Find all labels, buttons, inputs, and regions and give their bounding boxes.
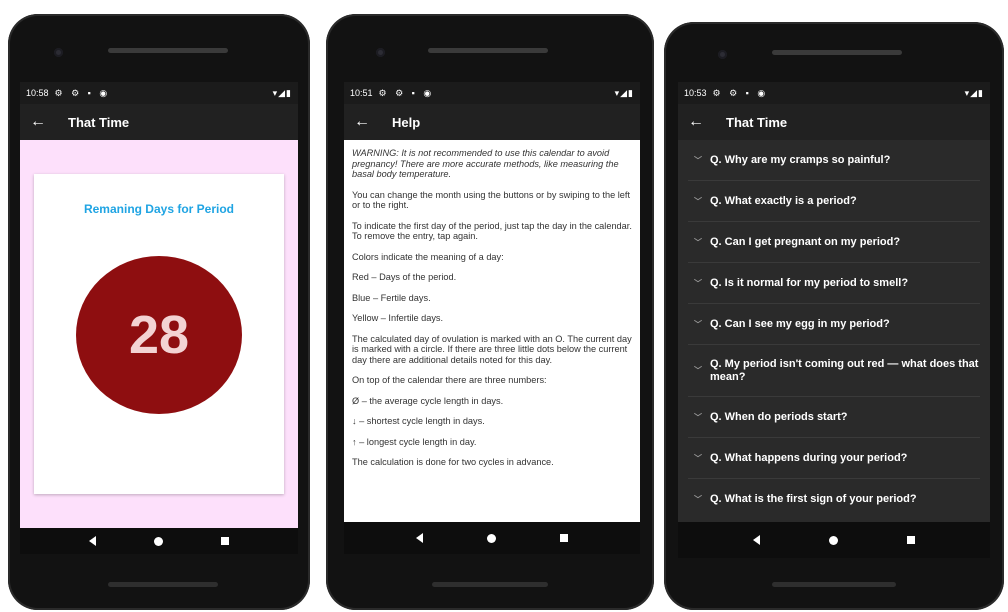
chevron-down-icon: ﹀ xyxy=(694,412,702,422)
faq-question: Q. My period isn't coming out red — what… xyxy=(710,357,979,383)
bottom-speaker xyxy=(772,582,896,587)
nav-recents-icon[interactable] xyxy=(560,534,568,542)
status-bar: 10:51 ⚙ ⚙ ▪ ◉ ▾◢▮ xyxy=(344,82,640,104)
faq-question: Q. What exactly is a period? xyxy=(710,194,857,207)
system-nav-bar xyxy=(678,522,990,558)
bottom-speaker xyxy=(432,582,548,587)
faq-item[interactable]: ﹀ Q. Why are my cramps so painful? xyxy=(688,140,980,181)
faq-question: Q. What happens during your period? xyxy=(710,451,908,464)
app-bar: ← That Time xyxy=(678,104,990,140)
front-camera xyxy=(54,48,63,57)
days-remaining-circle: 28 xyxy=(76,256,242,414)
help-paragraph: The calculated day of ovulation is marke… xyxy=(352,333,632,365)
nav-back-icon[interactable] xyxy=(89,536,96,546)
notification-icons: ⚙ ⚙ ▪ ◉ xyxy=(712,87,769,98)
app-title: That Time xyxy=(726,114,788,130)
faq-item[interactable]: ﹀ Q. What exactly is a period? xyxy=(688,181,980,222)
status-time: 10:53 xyxy=(684,88,707,98)
help-paragraph: Ø – the average cycle length in days. xyxy=(352,395,504,406)
help-paragraph: ↓ – shortest cycle length in days. xyxy=(352,416,485,426)
nav-home-icon[interactable] xyxy=(487,533,496,543)
chevron-down-icon: ﹀ xyxy=(694,155,702,165)
faq-item[interactable]: ﹀ Q. What happens during your period? xyxy=(688,438,980,479)
faq-question: Q. What is the first sign of your period… xyxy=(710,493,917,505)
back-arrow-icon[interactable]: ← xyxy=(688,113,718,131)
app-bar: ← That Time xyxy=(20,104,298,140)
app-title: That Time xyxy=(68,114,130,130)
faq-item[interactable]: ﹀ Q. Is it normal for my period to smell… xyxy=(688,263,980,304)
status-bar: 10:53 ⚙ ⚙ ▪ ◉ ▾◢▮ xyxy=(678,82,990,104)
status-time: 10:51 xyxy=(350,88,373,98)
signal-battery-icon: ▾◢▮ xyxy=(614,87,634,98)
bottom-speaker xyxy=(108,582,218,587)
content-background: Remaning Days for Period 28 xyxy=(20,140,298,528)
screen-faq: 10:53 ⚙ ⚙ ▪ ◉ ▾◢▮ ← That Time ﹀ Q. Why a… xyxy=(678,82,990,558)
chevron-down-icon: ﹀ xyxy=(694,196,702,206)
nav-home-icon[interactable] xyxy=(828,535,838,545)
notification-icons: ⚙ ⚙ ▪ ◉ xyxy=(54,87,111,98)
status-time: 10:58 xyxy=(26,88,49,98)
days-card: Remaning Days for Period 28 xyxy=(34,174,284,494)
signal-battery-icon: ▾◢▮ xyxy=(964,87,984,98)
nav-home-icon[interactable] xyxy=(154,536,163,546)
back-arrow-icon[interactable]: ← xyxy=(354,113,384,131)
earpiece-speaker xyxy=(772,50,902,55)
chevron-down-icon: ﹀ xyxy=(694,278,702,288)
phone-1: 10:58 ⚙ ⚙ ▪ ◉ ▾◢▮ ← That Time Remaning D… xyxy=(8,14,310,610)
faq-item[interactable]: ﹀ Q. My period isn't coming out red — wh… xyxy=(688,345,980,397)
app-title: Help xyxy=(392,114,421,130)
faq-item[interactable]: ﹀ Q. When do periods start? xyxy=(688,397,980,438)
faq-question: Q. Can I see my egg in my period? xyxy=(710,317,890,330)
help-paragraph: Blue – Fertile days. xyxy=(352,292,431,303)
front-camera xyxy=(718,50,727,59)
nav-back-icon[interactable] xyxy=(752,535,760,545)
screen-help: 10:51 ⚙ ⚙ ▪ ◉ ▾◢▮ ← Help WARNING: It is … xyxy=(344,82,640,554)
nav-recents-icon[interactable] xyxy=(221,537,229,545)
nav-back-icon[interactable] xyxy=(416,533,423,543)
phone-2: 10:51 ⚙ ⚙ ▪ ◉ ▾◢▮ ← Help WARNING: It is … xyxy=(326,14,654,610)
days-remaining-value: 28 xyxy=(128,305,190,365)
help-paragraph: ↑ – longest cycle length in day. xyxy=(352,436,477,447)
chevron-down-icon: ﹀ xyxy=(694,319,702,329)
faq-question: Q. When do periods start? xyxy=(710,410,848,423)
chevron-down-icon: ﹀ xyxy=(694,366,702,375)
help-paragraph: Yellow – Infertile days. xyxy=(352,313,444,323)
screen-remaining-days: 10:58 ⚙ ⚙ ▪ ◉ ▾◢▮ ← That Time Remaning D… xyxy=(20,82,298,554)
faq-item[interactable]: ﹀ Q. What is the first sign of your peri… xyxy=(688,479,980,520)
back-arrow-icon[interactable]: ← xyxy=(30,113,60,131)
faq-list: ﹀ Q. Why are my cramps so painful? ﹀ Q. … xyxy=(678,140,990,522)
faq-question: Q. Is it normal for my period to smell? xyxy=(710,276,909,289)
system-nav-bar xyxy=(20,528,298,554)
warning-paragraph: WARNING: It is not recommended to use th… xyxy=(352,148,619,179)
help-paragraph: You can change the month using the butto… xyxy=(352,189,631,211)
phone-3: 10:53 ⚙ ⚙ ▪ ◉ ▾◢▮ ← That Time ﹀ Q. Why a… xyxy=(664,22,1004,610)
help-paragraph: To indicate the first day of the period,… xyxy=(352,220,632,242)
chevron-down-icon: ﹀ xyxy=(694,453,702,463)
help-paragraph: The calculation is done for two cycles i… xyxy=(352,457,554,467)
signal-battery-icon: ▾◢▮ xyxy=(272,87,292,98)
faq-question: Q. Can I get pregnant on my period? xyxy=(710,235,901,248)
earpiece-speaker xyxy=(428,48,548,53)
front-camera xyxy=(376,48,385,57)
notification-icons: ⚙ ⚙ ▪ ◉ xyxy=(378,87,435,98)
faq-question: Q. Why are my cramps so painful? xyxy=(710,153,891,166)
help-paragraph: Red – Days of the period. xyxy=(352,272,457,282)
help-text: WARNING: It is not recommended to use th… xyxy=(344,140,640,522)
card-title: Remaning Days for Period xyxy=(83,202,235,216)
faq-item[interactable]: ﹀ Q. Can I see my egg in my period? xyxy=(688,304,980,345)
faq-item[interactable]: ﹀ Q. Can I get pregnant on my period? xyxy=(688,222,980,263)
earpiece-speaker xyxy=(108,48,228,53)
chevron-down-icon: ﹀ xyxy=(694,495,702,504)
help-paragraph: Colors indicate the meaning of a day: xyxy=(352,251,504,262)
system-nav-bar xyxy=(344,522,640,554)
help-paragraph: On top of the calendar there are three n… xyxy=(352,375,547,385)
app-bar: ← Help xyxy=(344,104,640,140)
nav-recents-icon[interactable] xyxy=(907,536,916,544)
chevron-down-icon: ﹀ xyxy=(694,237,702,247)
status-bar: 10:58 ⚙ ⚙ ▪ ◉ ▾◢▮ xyxy=(20,82,298,104)
